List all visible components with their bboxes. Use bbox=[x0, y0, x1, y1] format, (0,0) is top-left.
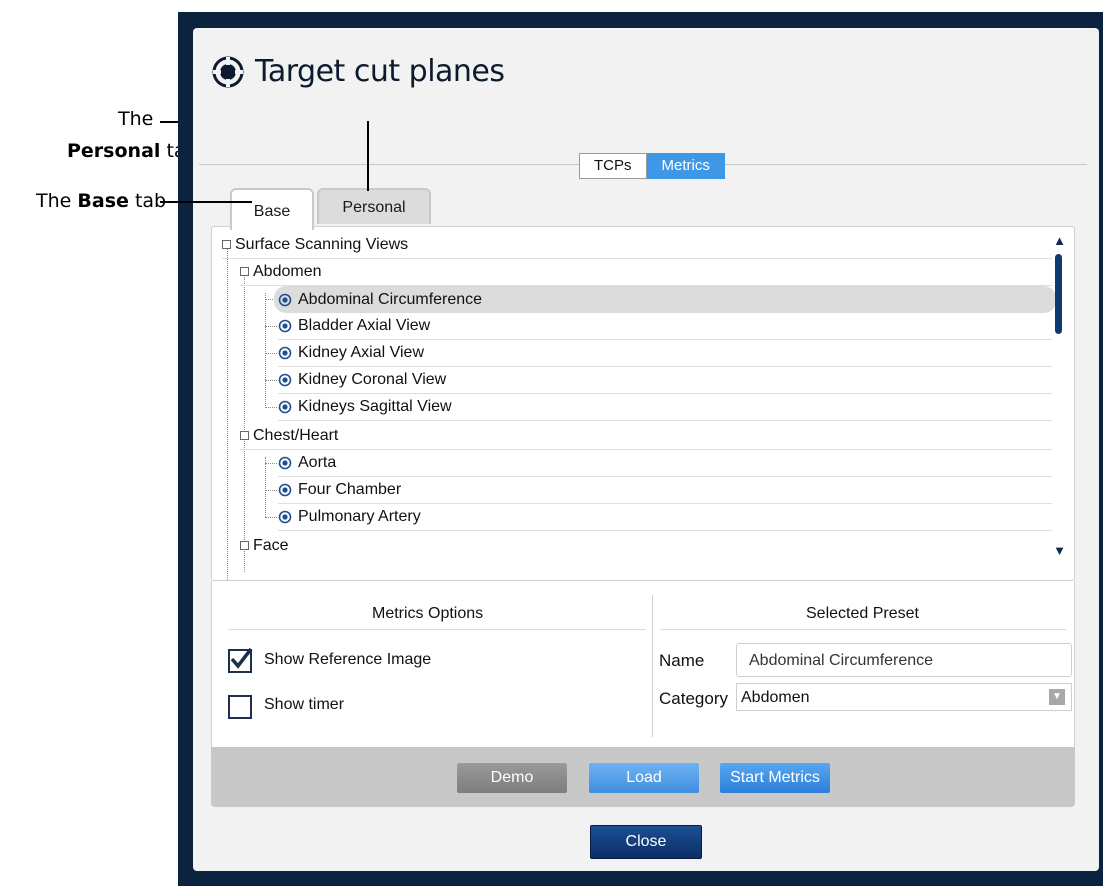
target-cut-planes-dialog: Target cut planes TCPs Metrics Base Pers… bbox=[193, 28, 1099, 871]
tree-item-four-chamber[interactable]: Four Chamber bbox=[278, 476, 1052, 504]
tree-line bbox=[265, 326, 277, 327]
tcps-toggle-button[interactable]: TCPs bbox=[579, 153, 647, 179]
load-button[interactable]: Load bbox=[589, 763, 699, 793]
tcp-tree-panel: Surface Scanning Views Abdomen Abdominal… bbox=[211, 226, 1075, 581]
metrics-options-title: Metrics Options bbox=[372, 605, 484, 622]
dialog-title: Target cut planes bbox=[211, 54, 505, 89]
tree-item-label: Kidneys Sagittal View bbox=[298, 398, 452, 415]
target-icon bbox=[278, 319, 292, 332]
show-timer-label: Show timer bbox=[264, 696, 345, 713]
tab-base[interactable]: Base bbox=[230, 188, 314, 230]
tree-item-pulmonary-artery[interactable]: Pulmonary Artery bbox=[278, 503, 1052, 531]
divider bbox=[660, 629, 1066, 630]
collapse-icon[interactable] bbox=[240, 541, 249, 550]
tree-line bbox=[265, 463, 277, 464]
annotation-base: The Base tab bbox=[36, 190, 167, 212]
action-bar: Demo Load Start Metrics bbox=[211, 747, 1075, 807]
leader-base-horizontal bbox=[160, 201, 252, 203]
target-icon bbox=[278, 400, 292, 413]
scroll-up-arrow-icon[interactable]: ▲ bbox=[1053, 233, 1066, 248]
tree-line bbox=[265, 490, 277, 491]
collapse-icon[interactable] bbox=[240, 267, 249, 276]
tree-root-surface-scanning-views[interactable]: Surface Scanning Views bbox=[222, 231, 1052, 259]
annotation-personal-line1: The bbox=[118, 108, 154, 130]
selected-preset-title: Selected Preset bbox=[806, 605, 919, 622]
leader-personal-vertical bbox=[367, 121, 369, 191]
divider bbox=[228, 629, 646, 630]
tree-item-label: Abdominal Circumference bbox=[298, 291, 483, 308]
show-reference-image-label: Show Reference Image bbox=[264, 651, 432, 668]
close-button[interactable]: Close bbox=[590, 825, 702, 859]
divider bbox=[652, 595, 653, 737]
tree-item-label: Pulmonary Artery bbox=[298, 508, 421, 525]
tree-line bbox=[265, 353, 277, 354]
tree-line bbox=[265, 517, 277, 518]
tree-line bbox=[265, 293, 266, 406]
collapse-icon[interactable] bbox=[240, 431, 249, 440]
tree-group-face[interactable]: Face bbox=[240, 532, 1052, 559]
crosshair-target-icon bbox=[212, 56, 244, 87]
tree-item-label: Kidney Coronal View bbox=[298, 371, 447, 388]
metrics-toggle-button[interactable]: Metrics bbox=[646, 153, 725, 179]
tree-group-label: Face bbox=[253, 537, 289, 554]
tree-line bbox=[227, 245, 228, 580]
tree-line bbox=[265, 457, 266, 517]
category-value: Abdomen bbox=[741, 689, 810, 706]
category-label: Category bbox=[659, 689, 728, 708]
start-metrics-button[interactable]: Start Metrics bbox=[720, 763, 830, 793]
tree-group-label: Chest/Heart bbox=[253, 427, 339, 444]
scrollbar-thumb[interactable] bbox=[1055, 254, 1062, 334]
target-icon bbox=[278, 346, 292, 359]
tree-item-label: Aorta bbox=[298, 454, 337, 471]
tree-root-label: Surface Scanning Views bbox=[235, 236, 409, 253]
dialog-title-text: Target cut planes bbox=[255, 54, 505, 89]
tree-group-chest-heart[interactable]: Chest/Heart bbox=[240, 422, 1052, 450]
show-reference-image-checkbox[interactable] bbox=[228, 647, 253, 673]
mode-toggle: TCPs Metrics bbox=[579, 153, 725, 179]
target-icon bbox=[278, 293, 292, 306]
tree-group-abdomen[interactable]: Abdomen bbox=[240, 258, 1052, 286]
category-select[interactable]: Abdomen ▼ bbox=[736, 683, 1072, 711]
demo-button[interactable]: Demo bbox=[457, 763, 567, 793]
name-field[interactable]: Abdominal Circumference bbox=[736, 643, 1072, 677]
target-icon bbox=[278, 483, 292, 496]
tree-item-kidney-axial-view[interactable]: Kidney Axial View bbox=[278, 339, 1052, 367]
tree-item-label: Bladder Axial View bbox=[298, 317, 431, 334]
tree-line bbox=[265, 380, 277, 381]
show-timer-checkbox[interactable] bbox=[228, 695, 252, 719]
tree-item-label: Four Chamber bbox=[298, 481, 402, 498]
tab-personal[interactable]: Personal bbox=[317, 188, 431, 224]
tree-item-kidney-coronal-view[interactable]: Kidney Coronal View bbox=[278, 366, 1052, 394]
scroll-down-arrow-icon[interactable]: ▼ bbox=[1053, 543, 1066, 558]
tree-item-bladder-axial-view[interactable]: Bladder Axial View bbox=[278, 312, 1052, 340]
tree-item-aorta[interactable]: Aorta bbox=[278, 449, 1052, 477]
options-panel: Metrics Options Selected Preset Show Ref… bbox=[211, 581, 1075, 748]
tree-line bbox=[265, 407, 277, 408]
tree-group-label: Abdomen bbox=[253, 263, 322, 280]
target-icon bbox=[278, 510, 292, 523]
tree-item-kidneys-sagittal-view[interactable]: Kidneys Sagittal View bbox=[278, 393, 1052, 421]
target-icon bbox=[278, 456, 292, 469]
checkmark-icon bbox=[230, 647, 253, 669]
target-icon bbox=[278, 373, 292, 386]
tree-item-abdominal-circumference[interactable]: Abdominal Circumference bbox=[274, 286, 1056, 313]
chevron-down-icon[interactable]: ▼ bbox=[1049, 689, 1065, 705]
tree-item-label: Kidney Axial View bbox=[298, 344, 424, 361]
name-label: Name bbox=[659, 651, 705, 670]
collapse-icon[interactable] bbox=[222, 240, 231, 249]
